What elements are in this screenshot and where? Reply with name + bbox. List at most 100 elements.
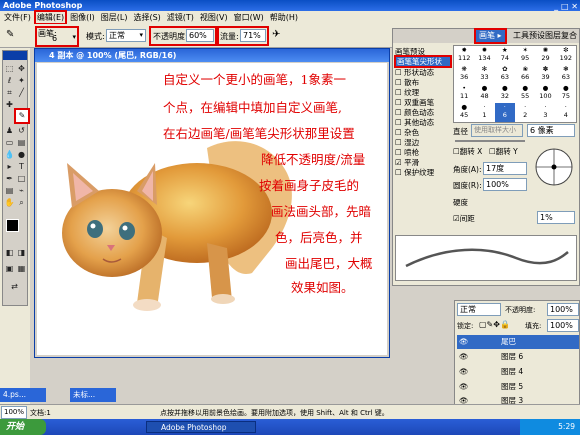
start-button[interactable]: 开始	[0, 419, 46, 435]
brush-preset[interactable]: ✿ 63	[495, 65, 515, 84]
menu-select[interactable]: 选择(S)	[131, 11, 162, 24]
roundness-input[interactable]: 100%	[483, 178, 527, 191]
layer-row[interactable]: 👁 尾巴	[457, 335, 579, 349]
brush-list-row[interactable]: ☐ 其他动态	[395, 117, 451, 127]
notes-tool-icon[interactable]: ▤	[4, 185, 15, 196]
doc-info[interactable]: 文档:1	[30, 408, 51, 418]
brush-list-row[interactable]: ☐ 保护纹理	[395, 167, 451, 177]
brush-preset[interactable]: ● 75	[556, 84, 576, 103]
spacing-input[interactable]: 1%	[537, 211, 575, 224]
brush-preset[interactable]: • 11	[454, 84, 474, 103]
eraser-tool-icon[interactable]: ▭	[4, 137, 15, 148]
lasso-tool-icon[interactable]: ℓ	[4, 75, 15, 86]
menu-help[interactable]: 帮助(H)	[268, 11, 300, 24]
brush-preset[interactable]: · 6	[494, 103, 515, 122]
brush-preset[interactable]: ● 48	[474, 84, 494, 103]
brush-preset[interactable]: ✽ 39	[535, 65, 555, 84]
brush-preset[interactable]: ❀ 66	[515, 65, 535, 84]
history-brush-icon[interactable]: ↺	[16, 125, 27, 136]
zoom-field[interactable]: 100%	[1, 406, 27, 419]
menu-file[interactable]: 文件(F)	[2, 11, 33, 24]
screen-mode-icon[interactable]: ▣	[4, 263, 15, 274]
brush-list-row[interactable]: ☐ 形状动态	[395, 67, 451, 77]
eye-icon[interactable]: 👁	[459, 335, 469, 349]
slice-tool-icon[interactable]: ╱	[16, 87, 27, 98]
canvas[interactable]: 自定义一个更小的画笔，1象素一 个点，在编辑中填加自定义画笔, 在右边画笔/画笔…	[37, 63, 387, 355]
tab-brushes[interactable]: 画笔 ▸	[474, 28, 507, 44]
brush-preset[interactable]: ❋ 36	[454, 65, 474, 84]
magic-wand-icon[interactable]: ✦	[16, 75, 27, 86]
zoom-tool-icon[interactable]: ⌕	[16, 197, 27, 208]
blend-mode-select[interactable]: 正常	[457, 303, 501, 316]
brush-picker[interactable]: 画笔: 6 ▾	[35, 26, 79, 47]
menu-layer[interactable]: 图层(L)	[99, 11, 130, 24]
brush-preset[interactable]: · 4	[556, 103, 576, 122]
eyedropper-icon[interactable]: ⌁	[16, 185, 27, 196]
diameter-slider[interactable]	[455, 140, 525, 142]
gradient-tool-icon[interactable]: ▤	[16, 137, 27, 148]
crop-tool-icon[interactable]: ⌗	[4, 87, 15, 98]
healing-tool-icon[interactable]: ✚	[4, 99, 15, 110]
eye-icon[interactable]: 👁	[459, 350, 469, 364]
menu-window[interactable]: 窗口(W)	[232, 11, 266, 24]
brush-list-row-selected[interactable]: 画笔笔尖形状	[394, 55, 452, 68]
brush-list-row[interactable]: ☑ 平滑	[395, 157, 451, 167]
path-select-icon[interactable]: ▸	[4, 161, 15, 172]
brush-preset[interactable]: ★ 74	[495, 46, 515, 65]
brush-list-row[interactable]: ☐ 纹理	[395, 87, 451, 97]
layer-row[interactable]: 👁 图层 5	[457, 380, 579, 394]
tab-layer-comps[interactable]: 图层复合	[545, 29, 577, 43]
brush-preset[interactable]: ● 100	[535, 84, 555, 103]
tab-tool-presets[interactable]: 工具预设	[513, 29, 545, 43]
brush-preset[interactable]: ✹ 134	[474, 46, 494, 65]
taskbar-app-button[interactable]: Adobe Photoshop	[146, 421, 256, 433]
brush-list-row[interactable]: ☐ 颜色动态	[395, 107, 451, 117]
flip-y-checkbox[interactable]: ☐翻转 Y	[489, 146, 518, 157]
menu-image[interactable]: 图像(I)	[68, 11, 97, 24]
brush-preset[interactable]: ✼ 192	[556, 46, 576, 65]
diameter-input[interactable]: 6 像素	[527, 124, 575, 137]
flow-input[interactable]: 71%	[240, 29, 266, 42]
layer-opacity-input[interactable]: 100%	[547, 303, 579, 316]
use-sample-size-button[interactable]: 使用取样大小	[471, 124, 523, 137]
brush-preset[interactable]: ✺ 29	[535, 46, 555, 65]
angle-input[interactable]: 17度	[483, 162, 527, 175]
brush-list-row[interactable]: ☐ 双重画笔	[395, 97, 451, 107]
brush-preset[interactable]: · 1	[474, 103, 494, 122]
brush-preset[interactable]: ❃ 63	[556, 65, 576, 84]
layer-row[interactable]: 👁 图层 4	[457, 365, 579, 379]
fill-input[interactable]: 100%	[547, 319, 579, 332]
quickmask-icon[interactable]: ◧	[4, 247, 15, 258]
type-tool-icon[interactable]: T	[16, 161, 27, 172]
shape-tool-icon[interactable]: □	[16, 173, 27, 184]
flip-x-checkbox[interactable]: ☐翻转 X	[453, 146, 482, 157]
minimized-doc[interactable]: 4.ps...	[0, 388, 46, 402]
brush-list-row[interactable]: ☐ 湿边	[395, 137, 451, 147]
brush-preset[interactable]: ● 45	[454, 103, 474, 122]
brush-list-row[interactable]: ☐ 杂色	[395, 127, 451, 137]
brush-preset[interactable]: ✶ 95	[515, 46, 535, 65]
spacing-checkbox[interactable]: ☑间距	[453, 213, 475, 224]
minimized-doc[interactable]: 未标...	[70, 388, 116, 402]
dodge-tool-icon[interactable]: ●	[16, 149, 27, 160]
brush-list-row[interactable]: ☐ 喷枪	[395, 147, 451, 157]
opacity-input[interactable]: 60%	[186, 29, 214, 42]
brush-list-row[interactable]: ☐ 散布	[395, 77, 451, 87]
menu-edit[interactable]: 编辑(E)	[33, 10, 68, 25]
menu-view[interactable]: 视图(V)	[198, 11, 230, 24]
foreground-color-swatch[interactable]	[6, 219, 19, 232]
eye-icon[interactable]: 👁	[459, 365, 469, 379]
lock-icons[interactable]: ▢✎✥🔒	[479, 320, 510, 329]
brush-tool-icon[interactable]: ✎	[6, 29, 14, 40]
brush-list-row[interactable]: 画笔预设	[395, 46, 451, 56]
jump-to-imageready-icon[interactable]: ⇄	[9, 281, 20, 292]
mode-select[interactable]: 正常 ▾	[106, 29, 146, 42]
hand-tool-icon[interactable]: ✋	[4, 197, 15, 208]
move-tool-icon[interactable]: ✥	[16, 63, 27, 74]
brush-preset[interactable]: ● 55	[515, 84, 535, 103]
airbrush-icon[interactable]: ✈	[272, 29, 280, 40]
blur-tool-icon[interactable]: 💧	[4, 149, 15, 160]
pen-tool-icon[interactable]: ✒	[4, 173, 15, 184]
brush-preset[interactable]: ● 32	[495, 84, 515, 103]
brush-angle-dial[interactable]	[533, 146, 575, 188]
